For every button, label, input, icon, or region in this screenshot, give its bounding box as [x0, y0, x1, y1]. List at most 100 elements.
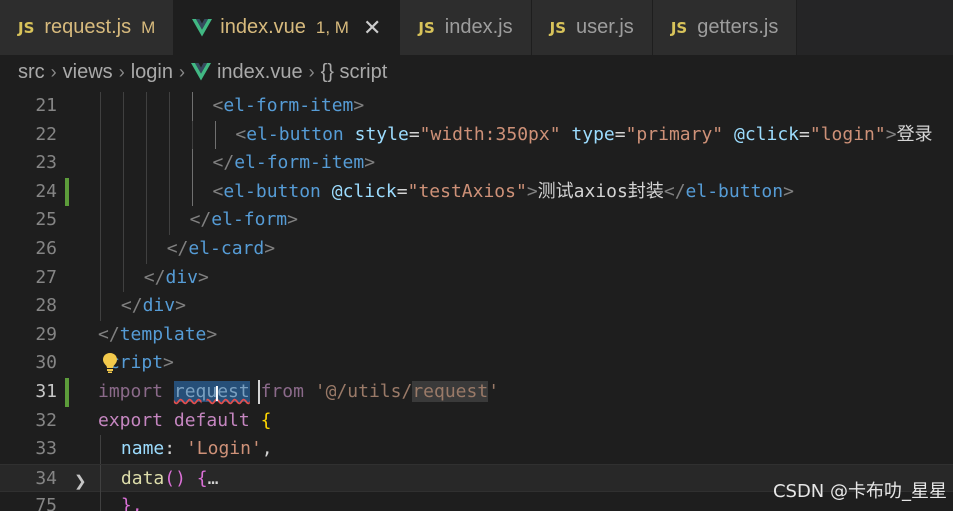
code-token: el-form — [211, 209, 288, 231]
lightbulb-icon[interactable] — [102, 352, 118, 379]
code-token: > — [287, 209, 298, 231]
code-token: el-form-item — [223, 95, 354, 116]
code-token: () — [164, 467, 186, 489]
code-text: import request from '@/utils/request' — [98, 378, 499, 407]
code-line[interactable]: 22 <el-button style="width:350px" type="p… — [0, 120, 953, 150]
line-number: 34 — [35, 467, 57, 489]
indent-guide — [145, 206, 147, 235]
indent-guide — [100, 149, 101, 178]
code-token: name — [120, 438, 165, 460]
fold-chevron-icon[interactable]: ❯ — [74, 472, 87, 490]
code-text: <el-button @click="testAxios">测试axios封装<… — [213, 178, 794, 207]
close-icon[interactable]: ✕ — [363, 15, 381, 41]
indent-guide — [100, 263, 101, 293]
code-token: @click — [733, 123, 800, 145]
code-line[interactable]: 31 import request from '@/utils/request' I — [0, 378, 953, 407]
code-token: import — [98, 381, 164, 402]
code-token: { — [260, 409, 272, 431]
breadcrumb-item-src[interactable]: src — [18, 61, 45, 84]
code-token: ' — [488, 381, 500, 402]
code-token: > — [163, 352, 174, 374]
code-text: name: 'Login', — [121, 435, 273, 464]
code-token: </ — [120, 295, 143, 317]
line-number: 26 — [35, 238, 57, 259]
chevron-right-icon: › — [178, 61, 185, 82]
code-token: </ — [166, 238, 189, 259]
tab-label: index.js — [444, 16, 513, 38]
tab-user-js[interactable]: JS user.js — [531, 0, 653, 55]
code-line[interactable]: 29 </template> — [0, 321, 953, 350]
code-text: <el-form-item> — [213, 92, 365, 121]
indent-guide — [100, 235, 101, 264]
js-file-icon: JS — [549, 18, 566, 37]
tab-status-badge: M — [141, 17, 156, 37]
line-number: 22 — [35, 123, 57, 145]
tab-getters-js[interactable]: JS getters.js — [652, 0, 798, 55]
indent-guide — [122, 263, 124, 293]
code-text: </template> — [98, 321, 217, 350]
line-number: 30 — [35, 352, 57, 374]
indent-guide — [100, 92, 101, 121]
code-line[interactable]: 32 export default { — [0, 407, 953, 436]
tab-bar: JS request.js Mindex.vue 1, M ✕ JS index.js JS u… — [0, 0, 953, 55]
indent-guide — [191, 177, 193, 207]
code-text: }, — [121, 492, 143, 511]
indent-guide — [168, 149, 170, 178]
line-number: 33 — [35, 438, 57, 460]
line-number: 24 — [35, 180, 57, 202]
line-number: 21 — [35, 95, 57, 116]
code-token: : — [164, 438, 186, 460]
breadcrumb-item-symbol[interactable]: {} script — [321, 61, 388, 84]
code-token: style — [354, 123, 409, 145]
breadcrumb-item-login[interactable]: login — [131, 61, 173, 84]
code-token: "width:350px" — [419, 123, 561, 145]
tab-label: user.js — [576, 16, 634, 38]
line-number: 29 — [35, 323, 57, 345]
indent-guide — [145, 120, 147, 150]
code-line[interactable]: 25 </el-form> — [0, 206, 953, 235]
indent-guide — [122, 235, 124, 264]
code-token: "login" — [809, 123, 886, 145]
breadcrumb-item-file[interactable]: index.vue — [217, 61, 303, 84]
code-line[interactable]: 21 <el-form-item> — [0, 92, 953, 121]
indent-guide — [122, 120, 124, 150]
line-number: 23 — [35, 152, 57, 174]
modified-line-marker — [65, 378, 69, 407]
tab-index-vue[interactable]: index.vue 1, M ✕ — [174, 0, 401, 55]
code-text: data() {… — [121, 465, 219, 494]
indent-guide — [122, 206, 124, 235]
code-line[interactable]: 27 </div> — [0, 263, 953, 293]
line-number: 25 — [35, 209, 57, 231]
code-line[interactable]: 23 </el-form-item> — [0, 149, 953, 178]
code-line[interactable]: 26 </el-card> — [0, 235, 953, 264]
code-token: </ — [189, 209, 212, 231]
code-editor[interactable]: 21 <el-form-item> 22 <el-button style="widt… — [0, 92, 953, 511]
chevron-right-icon: › — [118, 61, 125, 82]
indent-guide — [168, 92, 170, 121]
indent-guide — [100, 464, 101, 494]
code-line[interactable]: 30 cript> — [0, 349, 953, 378]
indent-guide — [100, 492, 101, 511]
indent-guide — [168, 120, 170, 150]
code-token: }, — [120, 495, 143, 511]
vue-file-icon — [190, 63, 211, 81]
code-token: el-button — [223, 180, 321, 202]
code-token: data — [120, 467, 165, 489]
tab-label: getters.js — [697, 16, 779, 38]
code-line[interactable]: 28 </div> — [0, 292, 953, 321]
tab-request-js[interactable]: JS request.js M — [0, 0, 175, 55]
code-token: > — [885, 123, 897, 145]
indent-guide — [122, 149, 124, 178]
line-number: 32 — [35, 409, 57, 431]
code-line[interactable]: 24 <el-button @click="testAxios">测试axios封… — [0, 177, 953, 207]
breadcrumb-item-views[interactable]: views — [63, 61, 113, 84]
tab-index-js[interactable]: JS index.js — [400, 0, 532, 55]
code-line[interactable]: 33 name: 'Login', — [0, 435, 953, 464]
tab-status-badge: 1, M — [315, 17, 349, 37]
code-token: > — [198, 266, 209, 288]
code-token: > — [783, 180, 794, 202]
code-token: … — [207, 467, 219, 489]
code-token: '@/utils/ — [314, 381, 413, 402]
